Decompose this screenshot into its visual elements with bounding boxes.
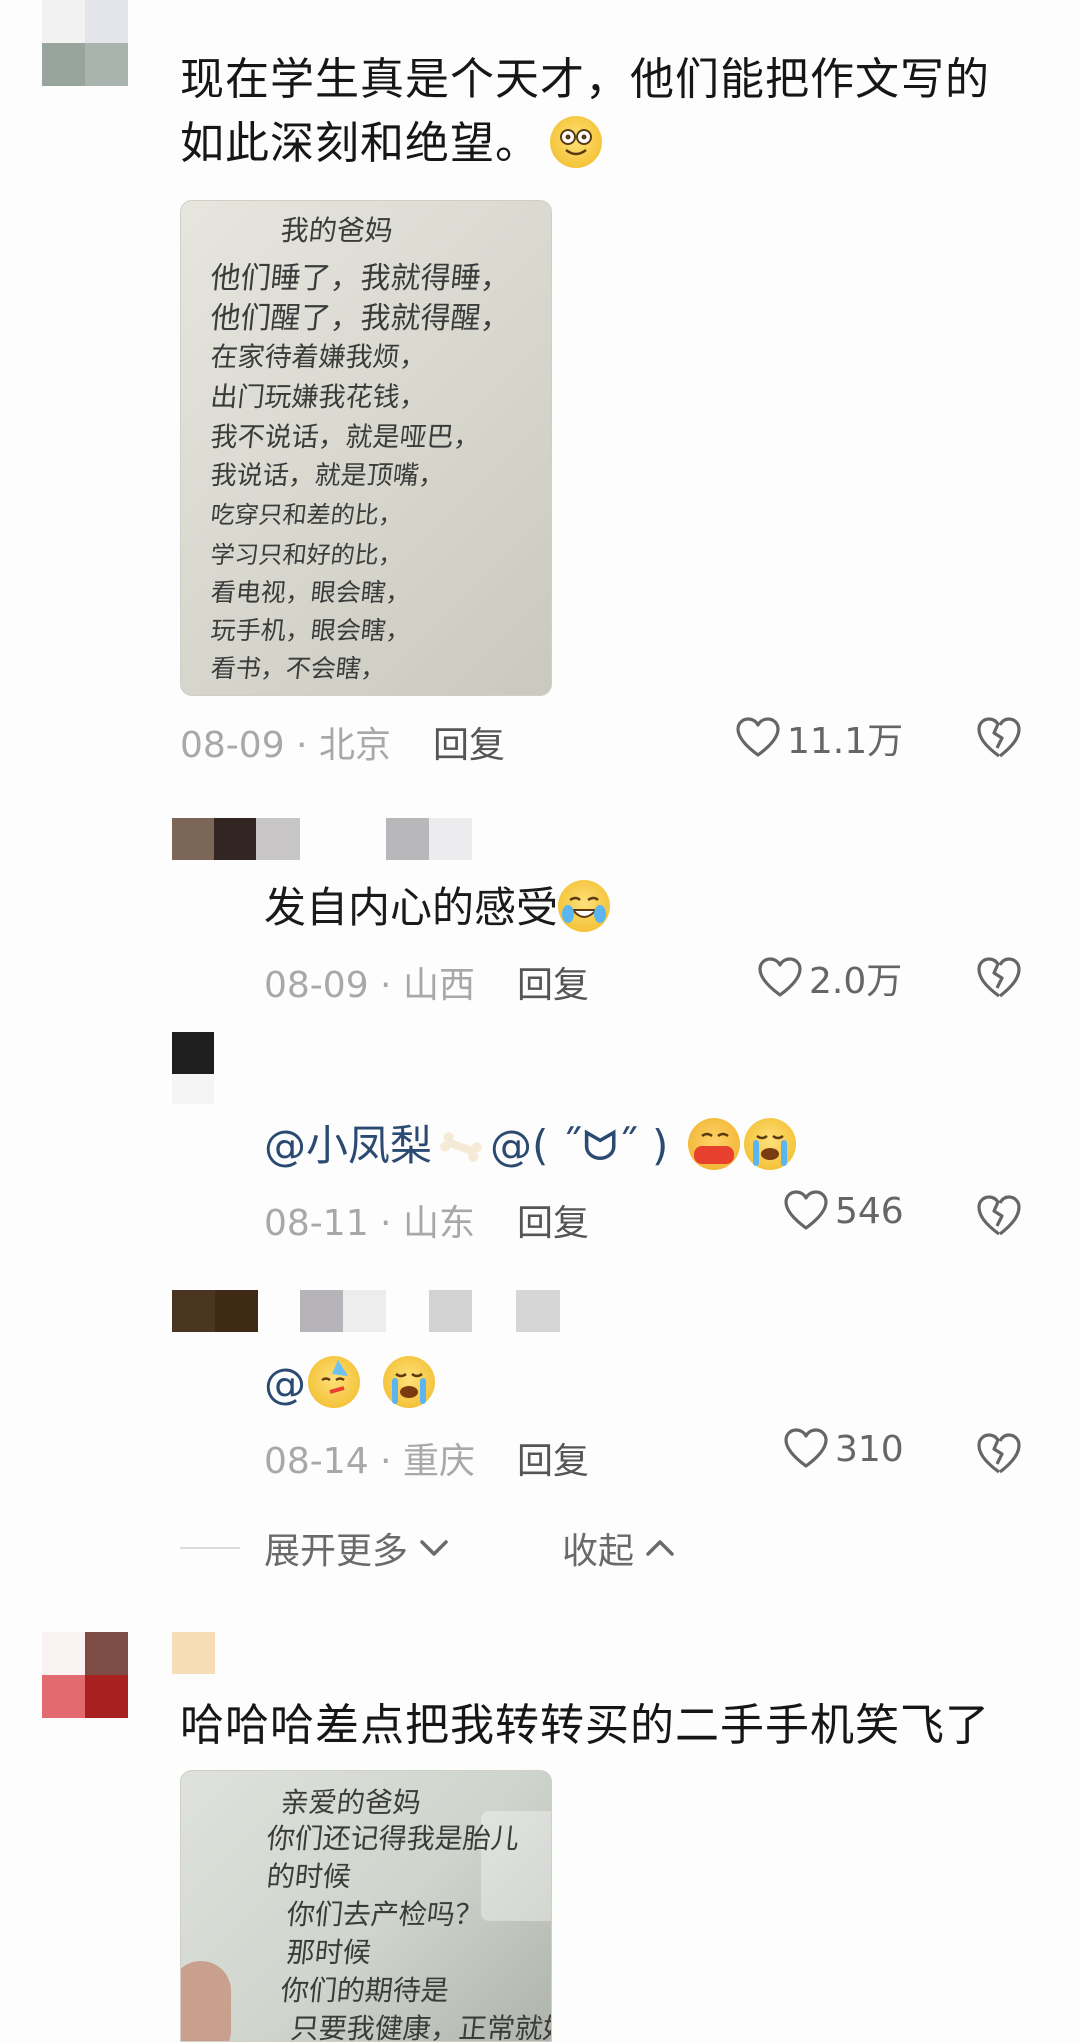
- hugging-face-emoji-icon: [687, 1118, 740, 1170]
- reply-username[interactable]: [386, 818, 472, 860]
- broken-heart-icon[interactable]: [976, 1194, 1022, 1238]
- comment-image[interactable]: 亲爱的爸妈 你们还记得我是胎儿 的时候 你们去产检吗？ 那时候 你们的期待是 只…: [180, 1770, 552, 2042]
- reply-button[interactable]: 回复: [517, 965, 589, 1006]
- like-count: 546: [835, 1190, 904, 1232]
- heart-icon: [736, 717, 780, 757]
- reply-location: 山西: [402, 965, 475, 1006]
- like-button[interactable]: 310: [783, 1428, 904, 1470]
- reply-button[interactable]: 回复: [517, 1441, 589, 1482]
- meta-separator: ·: [284, 725, 319, 766]
- comment-text: 现在学生真是个天才，他们能把作文写的如此深刻和绝望。: [180, 54, 990, 169]
- crying-face-emoji-icon: [383, 1356, 436, 1408]
- image-text-line: 我的爸妈: [279, 214, 395, 247]
- collapse-label: 收起: [562, 1531, 635, 1572]
- image-text-line: 那时候: [285, 1936, 373, 1969]
- reply-location: 重庆: [402, 1441, 475, 1482]
- expand-more-button[interactable]: 展开更多: [264, 1522, 450, 1574]
- image-text-line: 出门玩嫌我花钱，: [209, 382, 429, 413]
- image-text-line: 看书，不会瞎，: [209, 654, 388, 683]
- like-count: 11.1万: [787, 721, 904, 762]
- reply-meta: 08-09 · 山西 回复: [264, 956, 589, 1008]
- like-button[interactable]: 2.0万: [757, 952, 902, 1004]
- like-button[interactable]: 546: [783, 1190, 904, 1232]
- thread-divider: [180, 1547, 240, 1549]
- heart-icon: [758, 957, 802, 997]
- reply-button[interactable]: 回复: [517, 1203, 589, 1244]
- reply-meta: 08-14 · 重庆 回复: [264, 1432, 589, 1484]
- comment-location: 北京: [318, 725, 391, 766]
- comment-meta: 08-09 · 北京 回复: [180, 716, 505, 768]
- reply-username[interactable]: [300, 1290, 560, 1332]
- image-text-line: 我不说话，就是哑巴，: [209, 422, 483, 453]
- meta-separator: ·: [368, 965, 403, 1006]
- mention-link[interactable]: @: [264, 1359, 306, 1408]
- mention-link[interactable]: @( ˝ᗢ˝ ): [490, 1121, 668, 1170]
- avatar[interactable]: [42, 0, 128, 86]
- reply-location: 山东: [402, 1203, 475, 1244]
- image-text-line: 他们睡了，我就得睡，: [208, 261, 513, 296]
- image-text-line: 他们醒了，我就得醒，: [208, 301, 513, 336]
- comment-date: 08-09: [180, 725, 285, 766]
- collapse-button[interactable]: 收起: [562, 1522, 676, 1574]
- expand-more-label: 展开更多: [264, 1531, 409, 1572]
- like-count: 2.0万: [809, 961, 903, 1002]
- image-text-line: 吃穿只和差的比，: [209, 501, 405, 529]
- bone-emoji-icon: [436, 1118, 486, 1162]
- heart-icon: [784, 1428, 828, 1468]
- reply-meta: 08-11 · 山东 回复: [264, 1194, 589, 1246]
- reply-text: @小凤梨 @( ˝ᗢ˝ ): [264, 1116, 796, 1176]
- avatar[interactable]: [42, 1632, 128, 1718]
- image-text-line: 你们还记得我是胎儿: [265, 1822, 521, 1855]
- meta-separator: ·: [368, 1441, 403, 1482]
- reply-text: 发自内心的感受: [264, 878, 611, 938]
- crying-face-emoji-icon: [743, 1118, 796, 1170]
- reply-button[interactable]: 回复: [433, 725, 505, 766]
- reply-avatar[interactable]: [172, 1032, 214, 1104]
- image-text-line: 在家待着嫌我烦，: [209, 342, 429, 373]
- image-text-line: 学习只和好的比，: [209, 541, 405, 569]
- image-text-line: 我说话，就是顶嘴，: [209, 461, 447, 491]
- like-count: 310: [835, 1428, 904, 1470]
- image-text-line: 看电视，眼会瞎，: [209, 578, 413, 607]
- reply-date: 08-11: [264, 1203, 369, 1244]
- image-text-line: 你们的期待是: [279, 1974, 451, 2007]
- image-text-line: 玩手机，眼会瞎，: [209, 616, 413, 645]
- meta-separator: ·: [368, 1203, 403, 1244]
- reply-avatar[interactable]: [172, 818, 300, 860]
- username[interactable]: [172, 1632, 215, 1674]
- broken-heart-icon[interactable]: [976, 1432, 1022, 1476]
- reply-date: 08-09: [264, 965, 369, 1006]
- image-text-line: 的时候: [265, 1860, 353, 1893]
- image-text-line: 只要我健康，正常就好: [289, 2012, 552, 2042]
- face-palm-emoji-icon: [558, 880, 611, 932]
- mention-link[interactable]: @小凤梨: [264, 1121, 432, 1170]
- chevron-down-icon: [420, 1540, 448, 1556]
- reply-date: 08-14: [264, 1441, 369, 1482]
- chevron-up-icon: [646, 1540, 674, 1556]
- image-text-line: 亲爱的爸妈: [279, 1786, 423, 1819]
- party-face-emoji-icon: [308, 1356, 360, 1408]
- hand-shape: [181, 1961, 231, 2041]
- like-button[interactable]: 11.1万: [735, 712, 903, 764]
- comment-text: 哈哈哈差点把我转转买的二手手机笑飞了: [180, 1700, 990, 1751]
- reply-text: @: [264, 1354, 436, 1414]
- dizzy-face-emoji-icon: [550, 116, 602, 168]
- broken-heart-icon[interactable]: [976, 956, 1022, 1000]
- reply-avatar[interactable]: [172, 1290, 258, 1332]
- comment-image[interactable]: 我的爸妈 他们睡了，我就得睡， 他们醒了，我就得醒， 在家待着嫌我烦， 出门玩嫌…: [180, 200, 552, 696]
- image-text-line: 你们去产检吗？: [285, 1898, 485, 1931]
- broken-heart-icon[interactable]: [976, 716, 1022, 760]
- heart-icon: [784, 1190, 828, 1230]
